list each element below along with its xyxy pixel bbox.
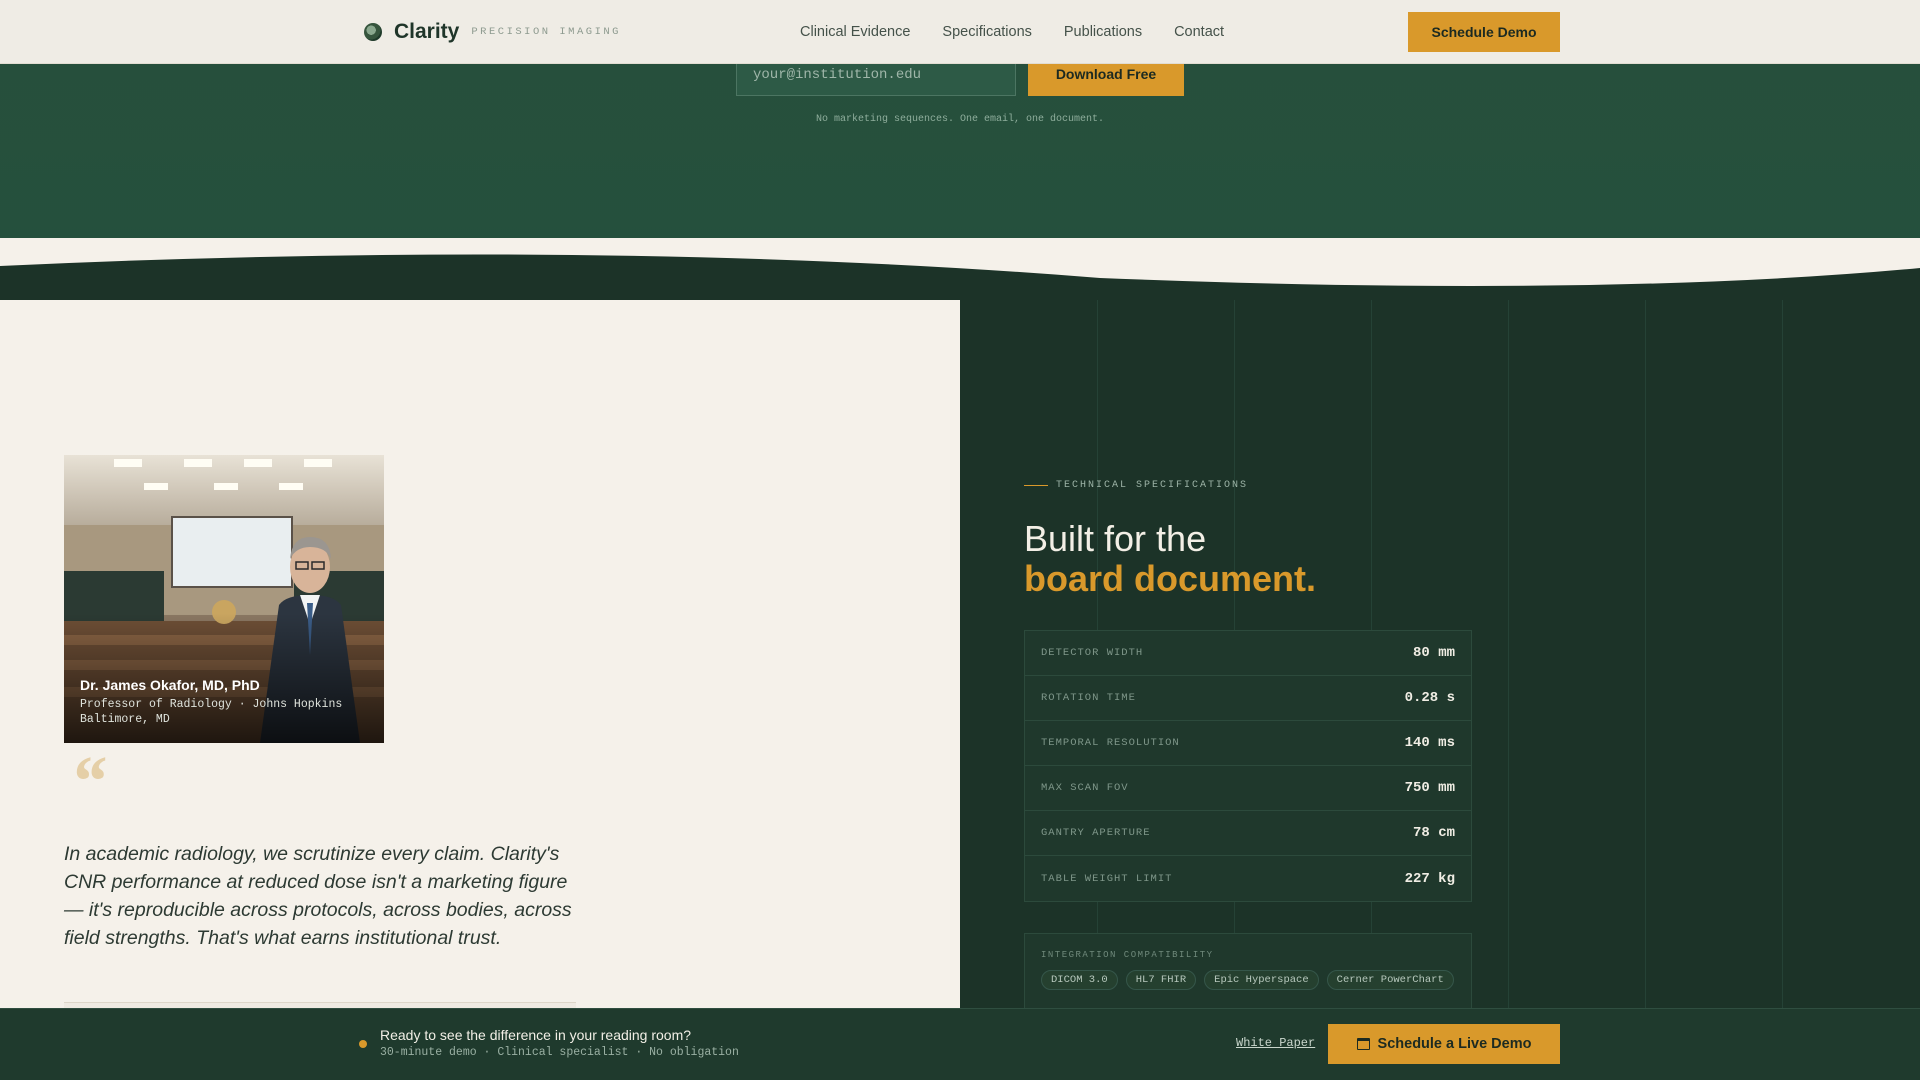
spec-value: 80 mm: [1412, 645, 1455, 661]
spec-label: MAX SCAN FOV: [1041, 782, 1129, 794]
testimonial-location: Baltimore, MD: [80, 713, 170, 726]
spec-row: DETECTOR WIDTH 80 mm: [1025, 631, 1471, 676]
testimonial-name: Dr. James Okafor, MD, PhD: [80, 677, 260, 693]
spec-value: 140 ms: [1404, 735, 1455, 751]
eyebrow-line: [1024, 485, 1048, 486]
spec-row: TABLE WEIGHT LIMIT 227 kg: [1025, 856, 1471, 901]
schedule-demo-button[interactable]: Schedule Demo: [1408, 12, 1560, 52]
chip-cerner: Cerner PowerChart: [1326, 970, 1454, 990]
cta-subtitle: 30-minute demo · Clinical specialist · N…: [380, 1046, 739, 1059]
specs-heading-line1: Built for the: [1024, 518, 1207, 559]
chip-dicom: DICOM 3.0: [1041, 970, 1118, 990]
testimonial-portrait: Dr. James Okafor, MD, PhD Professor of R…: [64, 455, 384, 743]
cta-title: Ready to see the difference in your read…: [380, 1027, 692, 1043]
grid-line: [1508, 300, 1509, 1080]
spec-label: ROTATION TIME: [1041, 692, 1136, 704]
grid-line: [1782, 300, 1783, 1080]
hero-note: No marketing sequences. One email, one d…: [815, 114, 1105, 125]
spec-value: 750 mm: [1404, 780, 1455, 796]
portrait-caption: Dr. James Okafor, MD, PhD Professor of R…: [80, 677, 342, 727]
white-paper-link[interactable]: White Paper: [1236, 1036, 1315, 1050]
schedule-live-demo-button[interactable]: Schedule a Live Demo: [1328, 1024, 1560, 1064]
eyebrow-text: TECHNICAL SPECIFICATIONS: [1056, 480, 1249, 491]
nav-link-specifications[interactable]: Specifications: [942, 24, 1031, 40]
spec-label: GANTRY APERTURE: [1041, 827, 1151, 839]
status-dot-icon: [359, 1040, 367, 1048]
brand-logo-icon: [364, 23, 382, 41]
chip-epic: Epic Hyperspace: [1204, 970, 1319, 990]
brand-name: Clarity: [394, 20, 460, 43]
wave-divider: [0, 238, 1920, 300]
specs-section: TECHNICAL SPECIFICATIONS Built for the b…: [960, 300, 1920, 1080]
spec-value: 0.28 s: [1404, 690, 1455, 706]
nav-links: Clinical Evidence Specifications Publica…: [800, 0, 1224, 64]
top-nav: Clarity PRECISION IMAGING Clinical Evide…: [0, 0, 1920, 64]
chip-hl7-fhir: HL7 FHIR: [1125, 970, 1197, 990]
spec-row: ROTATION TIME 0.28 s: [1025, 676, 1471, 721]
brand-tagline: PRECISION IMAGING: [471, 26, 621, 38]
spec-table: DETECTOR WIDTH 80 mm ROTATION TIME 0.28 …: [1024, 630, 1472, 902]
integration-title: INTEGRATION COMPATIBILITY: [1041, 950, 1214, 960]
spec-value: 227 kg: [1404, 870, 1455, 887]
testimonial-section: Dr. James Okafor, MD, PhD Professor of R…: [0, 300, 960, 1080]
nav-link-contact[interactable]: Contact: [1174, 24, 1224, 40]
testimonial-quote: In academic radiology, we scrutinize eve…: [64, 843, 572, 949]
nav-link-publications[interactable]: Publications: [1064, 24, 1142, 40]
sticky-cta-bar: [0, 1008, 1920, 1080]
testimonial-role: Professor of Radiology · Johns Hopkins: [80, 698, 343, 711]
grid-line: [1645, 300, 1646, 1080]
spec-row: GANTRY APERTURE 78 cm: [1025, 811, 1471, 856]
nav-link-clinical-evidence[interactable]: Clinical Evidence: [800, 24, 910, 40]
spec-row: TEMPORAL RESOLUTION 140 ms: [1025, 721, 1471, 766]
brand[interactable]: Clarity PRECISION IMAGING: [364, 0, 621, 64]
schedule-live-demo-label: Schedule a Live Demo: [1377, 1036, 1532, 1052]
spec-value: 78 cm: [1412, 825, 1455, 841]
quote-mark-icon: “: [70, 741, 106, 821]
spec-label: TABLE WEIGHT LIMIT: [1041, 872, 1173, 885]
spec-label: TEMPORAL RESOLUTION: [1041, 737, 1180, 749]
integration-chips: DICOM 3.0 HL7 FHIR Epic Hyperspace Cerne…: [1041, 970, 1455, 990]
spec-label: DETECTOR WIDTH: [1041, 647, 1144, 659]
specs-eyebrow: TECHNICAL SPECIFICATIONS: [1024, 480, 1248, 491]
calendar-icon: [1356, 1038, 1370, 1050]
spec-row: MAX SCAN FOV 750 mm: [1025, 766, 1471, 811]
specs-heading-line2: board document.: [1024, 558, 1317, 599]
